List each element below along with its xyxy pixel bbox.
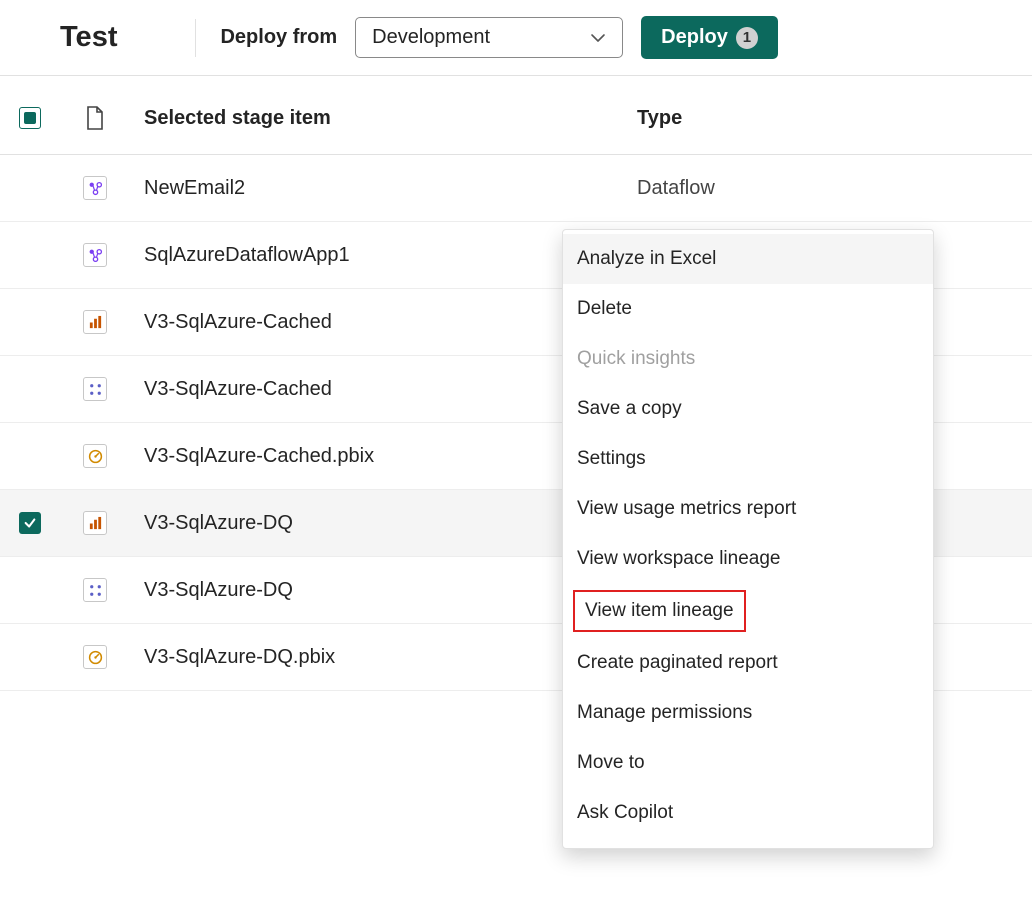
item-name: V3-SqlAzure-Cached.pbix: [130, 445, 637, 468]
dashboard-icon: [83, 645, 107, 669]
table-row[interactable]: NewEmail2 Dataflow: [0, 155, 1032, 222]
menu-item[interactable]: Delete: [563, 284, 933, 334]
select-all-checkbox[interactable]: [19, 107, 41, 129]
report-icon: [83, 310, 107, 334]
menu-item[interactable]: Analyze in Excel: [563, 234, 933, 284]
row-checkbox[interactable]: [19, 445, 41, 467]
row-checkbox[interactable]: [19, 579, 41, 601]
row-checkbox[interactable]: [19, 244, 41, 266]
item-type: Dataflow: [637, 177, 1032, 200]
row-checkbox[interactable]: [19, 512, 41, 534]
menu-item[interactable]: Ask Copilot: [563, 788, 933, 838]
deploy-from-label: Deploy from: [220, 26, 337, 49]
vertical-divider: [195, 19, 196, 57]
item-name: V3-SqlAzure-Cached: [130, 311, 637, 334]
menu-item[interactable]: Create paginated report: [563, 638, 933, 688]
checkbox-indeterminate-icon: [24, 112, 36, 124]
deploy-button-label: Deploy: [661, 26, 728, 49]
dropdown-value: Development: [372, 26, 490, 49]
dataset-icon: [83, 377, 107, 401]
menu-item[interactable]: Manage permissions: [563, 688, 933, 738]
item-name: V3-SqlAzure-Cached: [130, 378, 637, 401]
table-header: Selected stage item Type: [0, 76, 1032, 155]
menu-item[interactable]: Move to: [563, 738, 933, 788]
menu-item[interactable]: Settings: [563, 434, 933, 484]
row-checkbox[interactable]: [19, 646, 41, 668]
file-icon: [85, 106, 105, 130]
item-name: V3-SqlAzure-DQ.pbix: [130, 646, 637, 669]
deploy-button[interactable]: Deploy 1: [641, 16, 778, 59]
menu-item[interactable]: View usage metrics report: [563, 484, 933, 534]
report-icon: [83, 511, 107, 535]
row-checkbox[interactable]: [19, 177, 41, 199]
item-name: V3-SqlAzure-DQ: [130, 579, 637, 602]
header-bar: Test Deploy from Development Deploy 1: [0, 0, 1032, 76]
menu-item: Quick insights: [563, 334, 933, 384]
item-name: V3-SqlAzure-DQ: [130, 512, 637, 535]
chevron-down-icon: [590, 30, 606, 46]
page-title: Test: [60, 21, 117, 54]
menu-item[interactable]: View item lineage: [573, 590, 746, 632]
row-checkbox[interactable]: [19, 311, 41, 333]
context-menu: Analyze in ExcelDeleteQuick insightsSave…: [562, 229, 934, 849]
item-name: SqlAzureDataflowApp1: [130, 244, 637, 267]
dataset-icon: [83, 578, 107, 602]
dashboard-icon: [83, 444, 107, 468]
menu-item[interactable]: Save a copy: [563, 384, 933, 434]
menu-item[interactable]: View workspace lineage: [563, 534, 933, 584]
deploy-from-dropdown[interactable]: Development: [355, 17, 623, 58]
item-name: NewEmail2: [130, 177, 637, 200]
column-header-type[interactable]: Type: [637, 107, 1032, 130]
deploy-count-badge: 1: [736, 27, 758, 49]
row-checkbox[interactable]: [19, 378, 41, 400]
dataflow-icon: [83, 176, 107, 200]
dataflow-icon: [83, 243, 107, 267]
column-header-name[interactable]: Selected stage item: [130, 107, 637, 130]
